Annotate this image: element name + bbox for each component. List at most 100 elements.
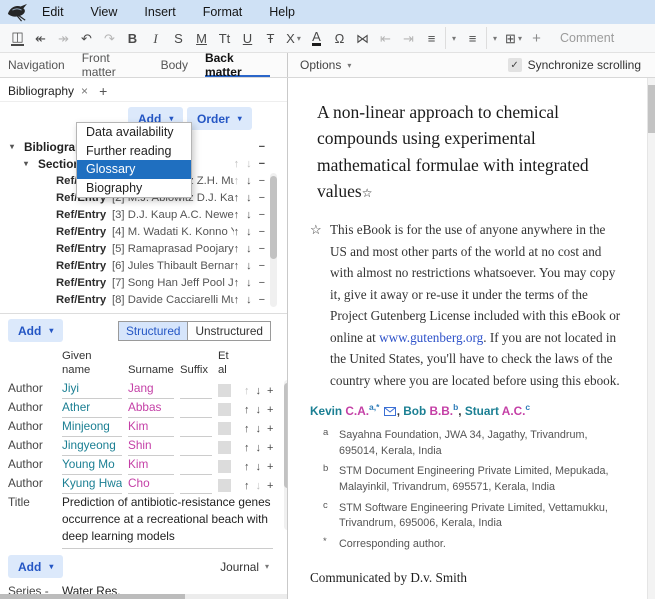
expander-down-icon[interactable]: ▾ xyxy=(10,142,19,151)
move-up-icon[interactable]: ↑ xyxy=(234,260,240,272)
move-tool-icon[interactable]: + xyxy=(526,27,547,49)
move-down-icon[interactable]: ↓ xyxy=(246,294,252,306)
remove-icon[interactable]: − xyxy=(259,243,265,255)
go-last-icon[interactable]: ↠ xyxy=(53,27,74,49)
et-al-checkbox[interactable] xyxy=(218,384,231,397)
move-up-icon[interactable]: ↑ xyxy=(234,209,240,221)
suffix-input[interactable] xyxy=(180,400,212,418)
underline-icon[interactable]: U xyxy=(237,27,258,49)
page-layout-icon[interactable]: ◫ xyxy=(7,27,28,49)
ref-entry-row[interactable]: Ref/Entry[6] Jules Thibault Bernar↑↓− xyxy=(0,257,287,274)
remove-icon[interactable]: − xyxy=(259,141,265,153)
given-name-input[interactable]: Jiyi xyxy=(62,381,122,399)
move-down-icon[interactable]: ↓ xyxy=(256,385,262,397)
checkbox-checked-icon[interactable]: ✓ xyxy=(508,58,522,72)
bullet-list-icon[interactable]: ≡ xyxy=(421,27,442,49)
ref-entry-row[interactable]: Ref/Entry[3] D.J. Kaup A.C. Newell↑↓− xyxy=(0,206,287,223)
document-authors-line[interactable]: Kevin C.A.a,* , Bob B.B.b, Stuart A.C.c xyxy=(310,402,625,419)
given-name-input[interactable]: Young Mo xyxy=(62,457,122,475)
undo-icon[interactable]: ↶ xyxy=(76,27,97,49)
suffix-input[interactable] xyxy=(180,419,212,437)
et-al-checkbox[interactable] xyxy=(218,422,231,435)
strikethrough-icon[interactable]: Ŧ xyxy=(260,27,281,49)
surname-input[interactable]: Kim xyxy=(128,419,174,437)
move-down-icon[interactable]: ↓ xyxy=(256,404,262,416)
add-icon[interactable]: + xyxy=(267,480,273,492)
ref-entry-row[interactable]: Ref/Entry[5] Ramaprasad Poojary↑↓− xyxy=(0,240,287,257)
menu-format[interactable]: Format xyxy=(203,5,243,19)
tab-navigation[interactable]: Navigation xyxy=(8,53,65,77)
menu-help[interactable]: Help xyxy=(269,5,295,19)
scrollbar-thumb[interactable] xyxy=(0,594,185,599)
script-toggle-icon[interactable]: X▾ xyxy=(283,27,304,49)
menu-item-data-availability[interactable]: Data availability xyxy=(77,123,191,142)
move-up-icon[interactable]: ↑ xyxy=(244,480,250,492)
ref-list-scrollbar[interactable] xyxy=(270,173,277,307)
reference-type-select[interactable]: Journal ▾ xyxy=(220,560,269,574)
suffix-input[interactable] xyxy=(180,438,212,456)
ref-entry-row[interactable]: Ref/Entry[8] Davide Cacciarelli Mur↑↓− xyxy=(0,291,287,308)
redo-icon[interactable]: ↷ xyxy=(99,27,120,49)
tab-body[interactable]: Body xyxy=(161,53,188,77)
expander-down-icon[interactable]: ▾ xyxy=(24,159,33,168)
title-footnote-mark[interactable]: ☆ xyxy=(362,186,373,200)
surname-input[interactable]: Jang xyxy=(128,381,174,399)
menu-item-further-reading[interactable]: Further reading xyxy=(77,142,191,161)
et-al-checkbox[interactable] xyxy=(218,460,231,473)
tab-front-matter[interactable]: Front matter xyxy=(82,53,144,77)
suffix-input[interactable] xyxy=(180,476,212,494)
gutenberg-link[interactable]: www.gutenberg.org xyxy=(379,330,483,345)
sans-style-icon[interactable]: S xyxy=(168,27,189,49)
add-field-button[interactable]: Add ▾ xyxy=(8,555,63,578)
remove-icon[interactable]: − xyxy=(259,158,265,170)
math-style-icon[interactable]: M xyxy=(191,27,212,49)
options-dropdown[interactable]: Options ▾ xyxy=(300,58,351,72)
ref-entry-row[interactable]: Ref/Entry[7] Song Han Jeff Pool Jo↑↓− xyxy=(0,274,287,291)
indent-increase-icon[interactable]: ⇥ xyxy=(398,27,419,49)
move-up-icon[interactable]: ↑ xyxy=(234,175,240,187)
menu-item-glossary[interactable]: Glossary xyxy=(77,160,191,179)
move-down-icon[interactable]: ↓ xyxy=(246,243,252,255)
menu-insert[interactable]: Insert xyxy=(144,5,175,19)
move-up-icon[interactable]: ↑ xyxy=(234,243,240,255)
move-down-icon[interactable]: ↓ xyxy=(246,260,252,272)
et-al-checkbox[interactable] xyxy=(218,441,231,454)
move-up-icon[interactable]: ↑ xyxy=(234,294,240,306)
move-up-icon[interactable]: ↑ xyxy=(244,461,250,473)
move-down-icon[interactable]: ↓ xyxy=(256,442,262,454)
et-al-checkbox[interactable] xyxy=(218,403,231,416)
surname-input[interactable]: Abbas xyxy=(128,400,174,418)
document-title[interactable]: A non-linear approach to chemical compou… xyxy=(310,99,625,204)
move-down-icon[interactable]: ↓ xyxy=(256,423,262,435)
numbered-list-icon[interactable]: ≡ xyxy=(462,27,483,49)
footnote-text[interactable]: This eBook is for the use of anyone anyw… xyxy=(330,219,625,391)
affiliation-text[interactable]: STM Software Engineering Private Limited… xyxy=(339,501,625,532)
indent-decrease-icon[interactable]: ⇤ xyxy=(375,27,396,49)
move-up-icon[interactable]: ↑ xyxy=(234,226,240,238)
move-up-icon[interactable]: ↑ xyxy=(234,192,240,204)
add-icon[interactable]: + xyxy=(267,385,273,397)
menu-view[interactable]: View xyxy=(91,5,118,19)
given-name-input[interactable]: Minjeong xyxy=(62,419,122,437)
move-up-icon[interactable]: ↑ xyxy=(244,404,250,416)
horizontal-scrollbar[interactable] xyxy=(0,594,287,599)
given-name-input[interactable]: Kyung Hwa xyxy=(62,476,122,494)
title-field-input[interactable]: Prediction of antibiotic-resistance gene… xyxy=(62,494,273,549)
remove-icon[interactable]: − xyxy=(259,260,265,272)
order-button[interactable]: Order ▾ xyxy=(187,107,252,130)
view-mode-unstructured[interactable]: Unstructured xyxy=(188,321,271,341)
move-down-icon[interactable]: ↓ xyxy=(256,461,262,473)
remove-icon[interactable]: − xyxy=(259,192,265,204)
move-up-icon[interactable]: ↑ xyxy=(244,442,250,454)
add-icon[interactable]: + xyxy=(267,404,273,416)
remove-icon[interactable]: − xyxy=(259,175,265,187)
close-icon[interactable]: × xyxy=(81,84,88,98)
add-icon[interactable]: + xyxy=(267,442,273,454)
table-icon[interactable]: ⊞▾ xyxy=(503,27,524,49)
bullet-list-icon-dropdown[interactable]: ▾ xyxy=(445,27,460,49)
remove-icon[interactable]: − xyxy=(259,226,265,238)
move-up-icon[interactable]: ↑ xyxy=(244,423,250,435)
ref-entry-row[interactable]: Ref/Entry[4] M. Wadati K. Konno Y.I↑↓− xyxy=(0,223,287,240)
move-up-icon[interactable]: ↑ xyxy=(244,385,250,397)
scrollbar-thumb[interactable] xyxy=(648,85,655,133)
